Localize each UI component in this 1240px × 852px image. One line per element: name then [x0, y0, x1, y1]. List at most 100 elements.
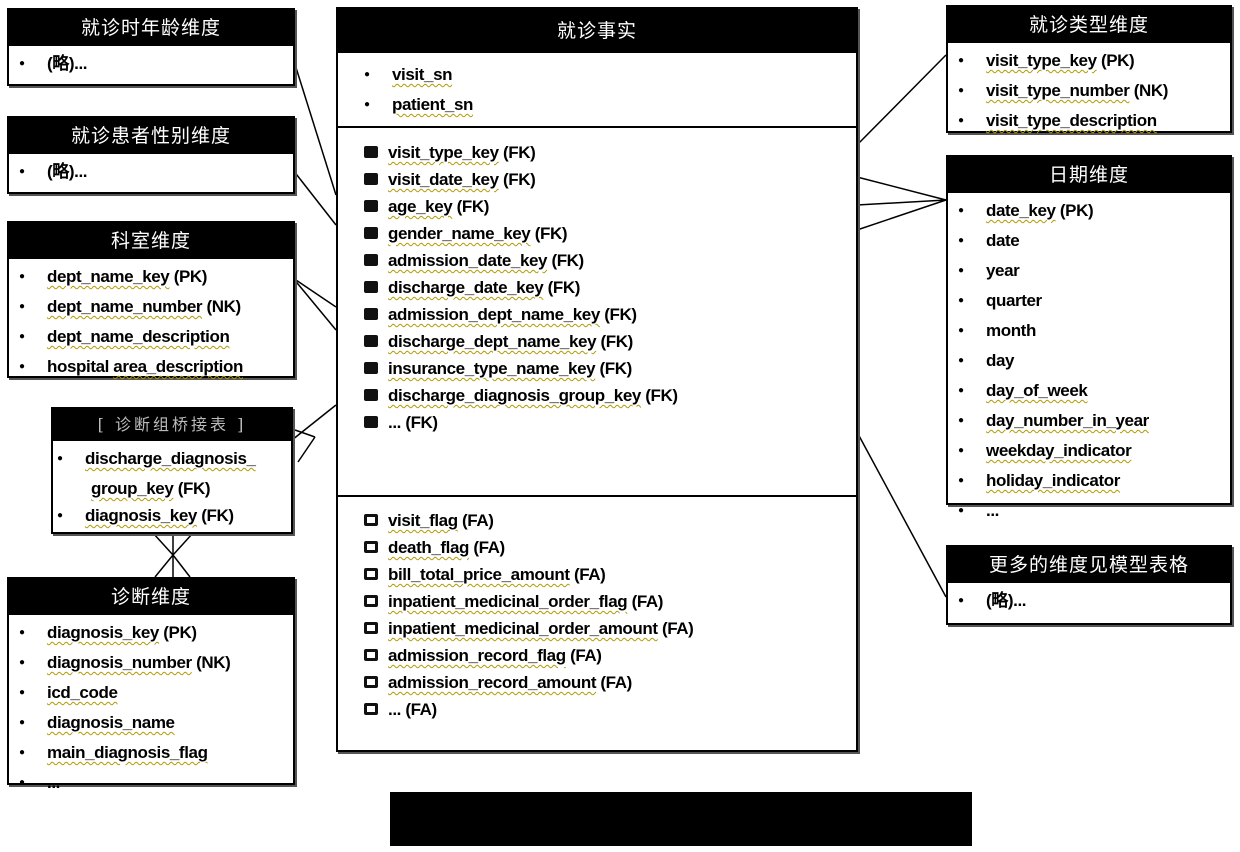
line-bridge-diag-b — [172, 532, 194, 556]
bullet-icon — [364, 61, 392, 91]
line-dept-fact-discharge — [292, 277, 337, 331]
dept-dimension-title: 科室维度 — [9, 223, 293, 259]
key-tag: (FK) — [604, 305, 637, 324]
list-item: diagnosis_key (PK) — [19, 619, 293, 649]
list-item: date_key (PK) — [958, 197, 1230, 227]
primary-key-item: patient_sn — [364, 91, 856, 121]
key-tag: (NK) — [1133, 81, 1169, 100]
redacted-caption-bar — [390, 792, 972, 846]
field-name: discharge_dept_name_key — [388, 332, 597, 351]
fact-attribute-item: inpatient_medicinal_order_amount (FA) — [364, 615, 694, 642]
field-name: quarter — [986, 291, 1042, 310]
filled-square-icon — [364, 389, 378, 401]
diagnosis-group-bridge-table[interactable]: [ 诊断组桥接表 ] discharge_diagnosis_ group_ke… — [51, 407, 293, 534]
bullet-icon — [57, 445, 85, 475]
gender-dimension-table[interactable]: 就诊患者性别维度 (略)... — [7, 116, 295, 194]
field-name: icd_code — [47, 683, 118, 702]
bullet-icon — [19, 50, 47, 80]
fact-key-list: visit_sn patient_sn — [338, 53, 856, 121]
field-name: date_key — [986, 201, 1056, 220]
line-fact-date-2 — [856, 199, 947, 206]
field-name: bill_total_price_amount — [388, 565, 570, 584]
fact-attribute-item: inpatient_medicinal_order_flag (FA) — [364, 588, 693, 615]
list-item: quarter — [958, 287, 1230, 317]
line-age-fact — [292, 57, 337, 196]
list-item: day_number_in_year — [958, 407, 1230, 437]
visit-type-dimension-table[interactable]: 就诊类型维度 visit_type_key (PK)visit_type_num… — [946, 5, 1232, 133]
field-name: visit_type_number — [986, 81, 1130, 100]
bullet-icon — [958, 107, 986, 137]
bullet-icon — [958, 377, 986, 407]
field-name: month — [986, 321, 1036, 340]
key-tag: (FK) — [534, 224, 568, 243]
line-bridge-fact-1 — [291, 404, 337, 441]
foreign-key-list: visit_type_key (FK) visit_date_key (FK) ag… — [338, 135, 678, 436]
field-name: visit_type_key — [388, 143, 499, 162]
fact-attribute-item: death_flag (FA) — [364, 534, 693, 561]
bullet-icon — [19, 649, 47, 679]
filled-square-icon — [364, 308, 378, 320]
list-item: date — [958, 227, 1230, 257]
fact-attribute-item: visit_flag (FA) — [364, 507, 693, 534]
field-name: weekday_indicator — [986, 441, 1132, 460]
field-name: year — [986, 261, 1020, 280]
bullet-icon — [19, 679, 47, 709]
foreign-key-item: admission_date_key (FK) — [364, 247, 678, 274]
bullet-icon — [19, 263, 47, 293]
foreign-key-item: admission_dept_name_key (FK) — [364, 301, 678, 328]
key-tag: (FK) — [599, 359, 633, 378]
bullet-icon — [19, 293, 47, 323]
field-name: discharge_diagnosis_group_key — [388, 386, 641, 405]
bullet-icon — [19, 739, 47, 769]
key-tag: (FA) — [570, 646, 602, 665]
bullet-icon — [958, 227, 986, 257]
bullet-icon — [958, 497, 986, 527]
key-tag: (FK) — [502, 170, 536, 189]
date-dimension-table[interactable]: 日期维度 date_key (PK) date year quarter month da… — [946, 155, 1232, 520]
diagnosis-dimension-table[interactable]: 诊断维度 diagnosis_key (PK)diagnosis_number … — [7, 577, 295, 792]
field-name: visit_type_description — [986, 111, 1157, 130]
diagnosis-field-list: diagnosis_key (PK)diagnosis_number (NK) i… — [9, 615, 293, 799]
dept-field-list: dept_name_key (PK)dept_name_number (NK)d… — [9, 259, 293, 383]
key-tag: (FA) — [600, 673, 632, 692]
bullet-icon — [958, 257, 986, 287]
bullet-icon — [958, 47, 986, 77]
list-item: main_diagnosis_flag — [19, 739, 293, 769]
field-name: area_description — [113, 357, 243, 376]
key-tag: (FA) — [661, 619, 694, 638]
filled-square-icon — [364, 281, 378, 293]
filled-square-icon — [364, 416, 378, 428]
visit-fact-table[interactable]: 就诊事实 visit_sn patient_sn visit_type_key (… — [336, 7, 858, 752]
filled-square-icon — [364, 227, 378, 239]
list-item: diagnosis_number (NK) — [19, 649, 293, 679]
dept-dimension-table[interactable]: 科室维度 dept_name_key (PK)dept_name_number … — [7, 221, 295, 378]
key-tag: (FA) — [473, 538, 505, 557]
list-item: hospital area_description — [19, 353, 293, 383]
key-tag: (PK) — [163, 623, 197, 642]
field-name: visit_type_key — [986, 51, 1097, 70]
foreign-key-item: discharge_dept_name_key (FK) — [364, 328, 678, 355]
line-bridge-diag-a — [152, 532, 174, 556]
filled-square-icon — [364, 335, 378, 347]
list-item: ... — [958, 497, 1230, 527]
field-name: day_of_week — [986, 381, 1088, 400]
field-name: diagnosis_number — [47, 653, 192, 672]
line-fact-more — [856, 431, 947, 598]
list-item: discharge_diagnosis_ — [57, 445, 291, 475]
list-item: (略)... — [19, 50, 293, 80]
filled-square-icon — [364, 173, 378, 185]
field-name: admission_record_flag — [388, 646, 566, 665]
list-item: visit_type_description — [958, 107, 1230, 137]
list-item: year — [958, 257, 1230, 287]
bullet-icon — [19, 769, 47, 799]
date-field-list: date_key (PK) date year quarter month day day_… — [948, 193, 1230, 527]
fact-table-title: 就诊事实 — [338, 9, 856, 53]
field-name: inpatient_medicinal_order_flag — [388, 592, 628, 611]
list-item: day_of_week — [958, 377, 1230, 407]
more-dimensions-title: 更多的维度见模型表格 — [948, 547, 1230, 583]
line-fact-date-3 — [856, 199, 947, 231]
more-dimensions-table[interactable]: 更多的维度见模型表格 (略)... — [946, 545, 1232, 625]
field-name: date — [986, 231, 1020, 250]
age-dimension-table[interactable]: 就诊时年龄维度 (略)... — [7, 8, 295, 86]
field-name: ... — [388, 700, 401, 719]
